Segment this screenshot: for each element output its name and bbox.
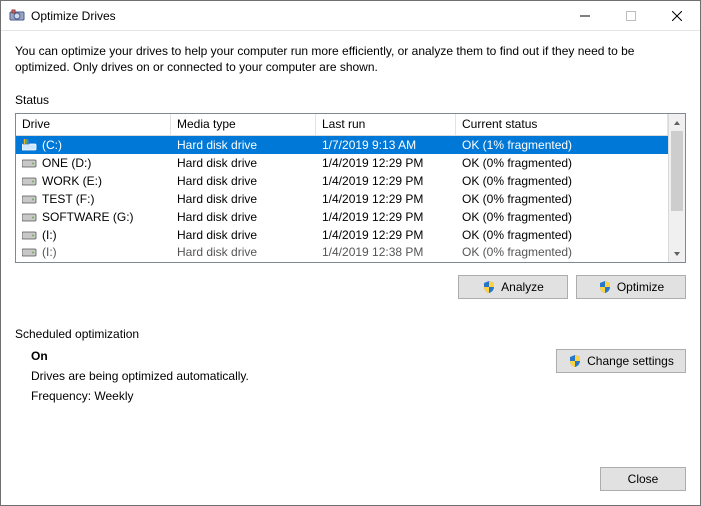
drive-last-run: 1/4/2019 12:29 PM	[316, 192, 456, 206]
drive-icon	[22, 211, 38, 223]
scheduled-section: Scheduled optimization On Drives are bei…	[15, 327, 686, 409]
drive-status: OK (0% fragmented)	[456, 245, 668, 259]
col-last[interactable]: Last run	[316, 114, 456, 135]
minimize-button[interactable]	[562, 1, 608, 31]
change-settings-button[interactable]: Change settings	[556, 349, 686, 373]
table-row[interactable]: SOFTWARE (G:) Hard disk drive1/4/2019 12:…	[16, 208, 668, 226]
scheduled-info: On Drives are being optimized automatica…	[15, 349, 556, 409]
table-row[interactable]: WORK (E:) Hard disk drive1/4/2019 12:29 P…	[16, 172, 668, 190]
analyze-label: Analyze	[501, 280, 544, 294]
titlebar: Optimize Drives	[1, 1, 700, 31]
drive-name: (I:)	[42, 228, 57, 242]
table-row[interactable]: (C:) Hard disk drive1/7/2019 9:13 AMOK (1…	[16, 136, 668, 154]
drive-media: Hard disk drive	[171, 245, 316, 259]
drive-media: Hard disk drive	[171, 210, 316, 224]
app-icon	[9, 8, 25, 24]
footer: Close	[1, 457, 700, 505]
scheduled-freq: Frequency: Weekly	[31, 389, 556, 403]
drive-last-run: 1/7/2019 9:13 AM	[316, 138, 456, 152]
content-area: You can optimize your drives to help you…	[1, 31, 700, 457]
drive-media: Hard disk drive	[171, 174, 316, 188]
drive-icon	[22, 175, 38, 187]
scroll-thumb[interactable]	[671, 131, 683, 211]
action-buttons: Analyze Optimize	[15, 275, 686, 299]
shield-icon	[568, 354, 582, 368]
change-settings-label: Change settings	[587, 354, 674, 368]
drive-icon	[22, 229, 38, 241]
drive-status: OK (0% fragmented)	[456, 192, 668, 206]
close-label: Close	[628, 472, 659, 486]
window-close-button[interactable]	[654, 1, 700, 31]
drive-media: Hard disk drive	[171, 156, 316, 170]
drive-name: ONE (D:)	[42, 156, 91, 170]
shield-icon	[482, 280, 496, 294]
optimize-button[interactable]: Optimize	[576, 275, 686, 299]
col-status[interactable]: Current status	[456, 114, 668, 135]
drive-status: OK (0% fragmented)	[456, 210, 668, 224]
maximize-button[interactable]	[608, 1, 654, 31]
drive-icon	[22, 157, 38, 169]
drive-icon	[22, 139, 38, 151]
drive-media: Hard disk drive	[171, 192, 316, 206]
window-title: Optimize Drives	[31, 9, 562, 23]
intro-text: You can optimize your drives to help you…	[15, 43, 686, 75]
drive-name: SOFTWARE (G:)	[42, 210, 134, 224]
drive-media: Hard disk drive	[171, 138, 316, 152]
optimize-label: Optimize	[617, 280, 664, 294]
table-row[interactable]: (I:) Hard disk drive1/4/2019 12:38 PMOK (…	[16, 244, 668, 260]
drive-status: OK (0% fragmented)	[456, 174, 668, 188]
drive-name: (C:)	[42, 138, 62, 152]
scroll-up-button[interactable]	[669, 114, 685, 131]
table-row[interactable]: TEST (F:) Hard disk drive1/4/2019 12:29 P…	[16, 190, 668, 208]
drive-media: Hard disk drive	[171, 228, 316, 242]
drive-name: WORK (E:)	[42, 174, 102, 188]
table-row[interactable]: (I:) Hard disk drive1/4/2019 12:29 PMOK (…	[16, 226, 668, 244]
drive-status: OK (0% fragmented)	[456, 228, 668, 242]
drive-icon	[22, 246, 38, 258]
scrollbar[interactable]	[668, 114, 685, 262]
drive-status: OK (1% fragmented)	[456, 138, 668, 152]
table-body: (C:)Hard disk drive1/7/2019 9:13 AMOK (1…	[16, 136, 668, 262]
drive-last-run: 1/4/2019 12:29 PM	[316, 210, 456, 224]
drive-status: OK (0% fragmented)	[456, 156, 668, 170]
drive-last-run: 1/4/2019 12:29 PM	[316, 228, 456, 242]
shield-icon	[598, 280, 612, 294]
table-row[interactable]: ONE (D:) Hard disk drive1/4/2019 12:29 PM…	[16, 154, 668, 172]
table-header: Drive Media type Last run Current status	[16, 114, 668, 136]
scheduled-label: Scheduled optimization	[15, 327, 686, 341]
analyze-button[interactable]: Analyze	[458, 275, 568, 299]
col-drive[interactable]: Drive	[16, 114, 171, 135]
drive-icon	[22, 193, 38, 205]
scheduled-desc: Drives are being optimized automatically…	[31, 369, 556, 383]
scroll-down-button[interactable]	[669, 245, 685, 262]
drive-name: TEST (F:)	[42, 192, 94, 206]
drive-last-run: 1/4/2019 12:38 PM	[316, 245, 456, 259]
status-label: Status	[15, 93, 686, 107]
drive-name: (I:)	[42, 245, 57, 259]
drive-last-run: 1/4/2019 12:29 PM	[316, 156, 456, 170]
scheduled-state: On	[31, 349, 556, 363]
col-media[interactable]: Media type	[171, 114, 316, 135]
drive-last-run: 1/4/2019 12:29 PM	[316, 174, 456, 188]
scroll-track[interactable]	[669, 131, 685, 245]
close-button[interactable]: Close	[600, 467, 686, 491]
drives-table: Drive Media type Last run Current status…	[15, 113, 686, 263]
